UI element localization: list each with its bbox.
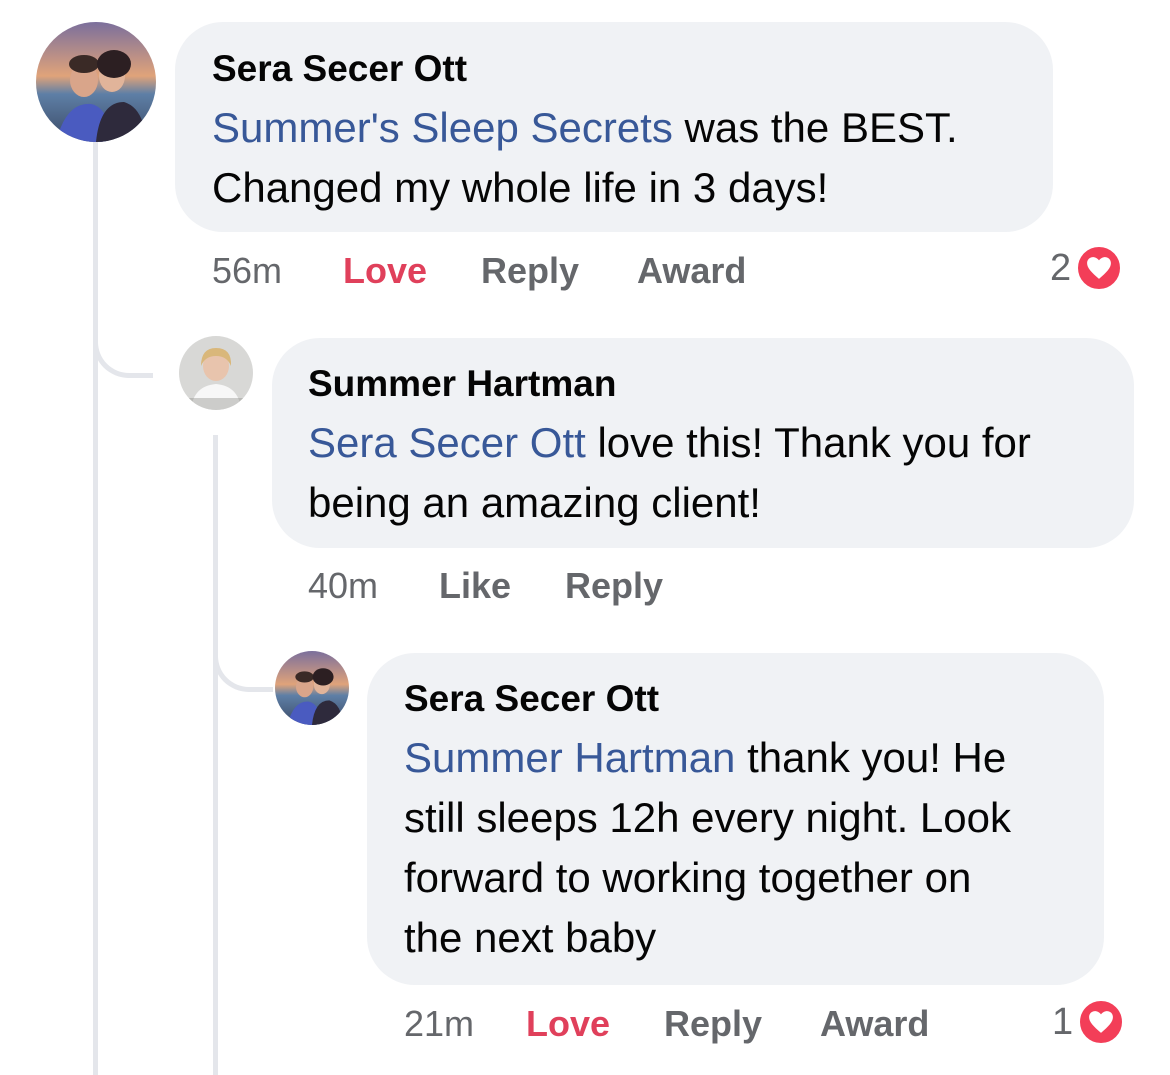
reaction-count: 2 (1050, 246, 1072, 289)
comment-author[interactable]: Sera Secer Ott (212, 48, 467, 90)
timestamp: 40m (308, 565, 379, 606)
comment-author[interactable]: Summer Hartman (308, 363, 616, 405)
thread-line-nested (213, 435, 218, 1075)
thread-connector-reply-1 (93, 300, 153, 378)
avatar-summer-hartman[interactable] (179, 336, 253, 410)
comment-text-line: love this! Thank you for (585, 419, 1031, 466)
reaction-count: 1 (1052, 1000, 1074, 1043)
comment-text-line: still sleeps 12h every night. Look (404, 794, 1012, 841)
mention-link[interactable]: Summer Hartman (404, 734, 735, 781)
like-button[interactable]: Like (439, 565, 511, 607)
timestamp: 21m (404, 1003, 475, 1044)
reaction-summary[interactable]: 2 (1050, 244, 1124, 292)
comment-text: Sera Secer Ott love this! Thank you for … (308, 413, 1128, 533)
heart-icon (1077, 998, 1126, 1046)
comment-text-line: was the BEST. (672, 104, 958, 151)
avatar-sera-secer-ott[interactable] (36, 22, 156, 142)
award-button[interactable]: Award (820, 1003, 929, 1045)
heart-icon (1075, 244, 1124, 292)
award-button[interactable]: Award (637, 250, 746, 292)
comment-text-line: Changed my whole life in 3 days! (212, 164, 829, 211)
avatar-sera-secer-ott[interactable] (275, 651, 349, 725)
comment-text: Summer's Sleep Secrets was the BEST. Cha… (212, 98, 1042, 218)
mention-link[interactable]: Summer's Sleep Secrets (212, 104, 673, 151)
timestamp: 56m (212, 250, 283, 291)
reply-button[interactable]: Reply (664, 1003, 762, 1045)
comment-actions: 40m Like Reply (308, 565, 708, 609)
thread-line-main (93, 142, 98, 1075)
comment-actions: 56m Love Reply Award (212, 250, 772, 294)
reaction-summary[interactable]: 1 (1052, 998, 1126, 1046)
thread-connector-reply-2 (213, 600, 273, 692)
comment-author[interactable]: Sera Secer Ott (404, 678, 659, 720)
comment-text-line: being an amazing client! (308, 479, 761, 526)
comment-text-line: the next baby (404, 914, 657, 961)
love-button[interactable]: Love (526, 1003, 610, 1045)
comment-text: Summer Hartman thank you! He still sleep… (404, 728, 1094, 968)
comment-text-line: forward to working together on (404, 854, 972, 901)
mention-link[interactable]: Sera Secer Ott (308, 419, 586, 466)
reply-button[interactable]: Reply (481, 250, 579, 292)
comment-actions: 21m Love Reply Award (404, 1003, 964, 1047)
reply-button[interactable]: Reply (565, 565, 663, 607)
love-button[interactable]: Love (343, 250, 427, 292)
comment-text-line: thank you! He (735, 734, 1007, 781)
